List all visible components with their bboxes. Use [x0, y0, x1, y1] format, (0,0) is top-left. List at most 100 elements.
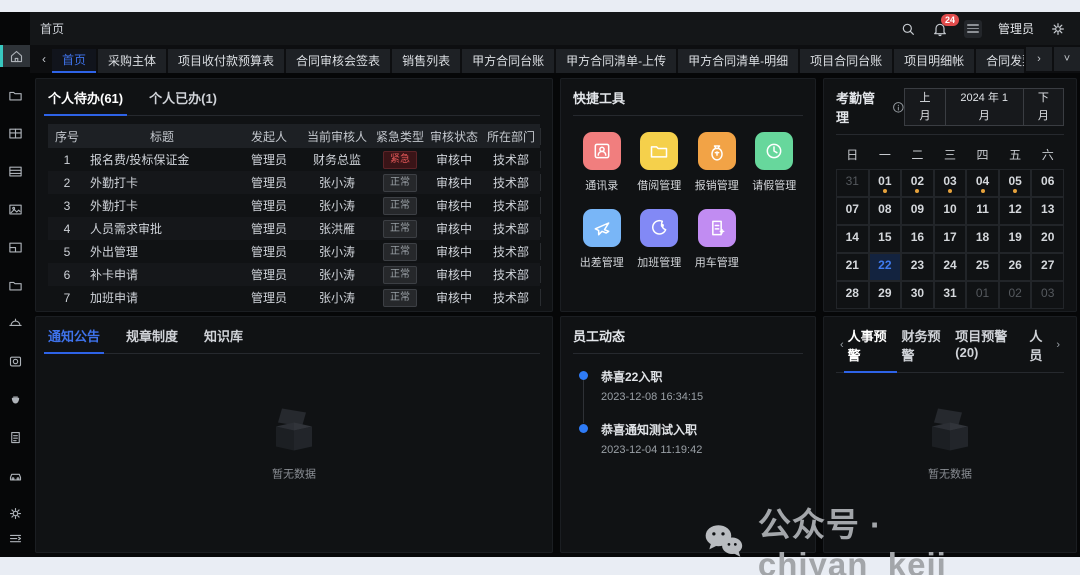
calendar-day[interactable]: 02	[901, 169, 934, 197]
warn-tabs-left-icon[interactable]: ‹	[836, 339, 848, 359]
quick-tool[interactable]: 借阅管理	[631, 132, 689, 193]
sidebar-item-table[interactable]	[0, 119, 30, 147]
nav-tab[interactable]: 项目明细帐	[894, 49, 975, 73]
sidebar-item-list[interactable]	[0, 157, 30, 185]
nav-tab[interactable]: 项目收付款预算表	[168, 49, 285, 73]
calendar-day[interactable]: 16	[901, 225, 934, 253]
next-month-button[interactable]: 下月	[1023, 88, 1064, 126]
panel-tab[interactable]: 人员	[1029, 326, 1052, 372]
panel-tab[interactable]: 项目预警(20)	[955, 326, 1021, 372]
weekday-label: 一	[878, 148, 891, 162]
panel-tab[interactable]: 财务预警	[901, 326, 947, 372]
sidebar-item-helmet[interactable]	[0, 309, 30, 337]
sidebar-item-camera[interactable]	[0, 347, 30, 375]
gear-icon[interactable]	[1050, 21, 1066, 37]
sidebar-item-folder[interactable]	[0, 81, 30, 109]
quick-tool[interactable]: 加班管理	[631, 209, 689, 270]
sidebar-item-car[interactable]	[0, 461, 30, 489]
sidebar-item-document[interactable]	[0, 423, 30, 451]
sidebar-item-gear[interactable]	[0, 499, 30, 527]
action-link[interactable]: 办理	[540, 197, 541, 214]
calendar-day[interactable]: 12	[998, 197, 1032, 225]
calendar-day[interactable]: 25	[966, 253, 999, 281]
calendar-day[interactable]: 08	[868, 197, 902, 225]
nav-tab[interactable]: 首页	[52, 49, 97, 73]
calendar-day[interactable]: 28	[836, 281, 869, 309]
action-link[interactable]: 办理	[540, 151, 541, 168]
calendar-day[interactable]: 19	[998, 225, 1032, 253]
calendar-day[interactable]: 03	[1031, 281, 1064, 309]
search-icon[interactable]	[900, 21, 916, 37]
calendar-day[interactable]: 17	[933, 225, 967, 253]
row-no: 5	[63, 244, 71, 259]
nav-tab[interactable]: 合同审核会签表	[286, 49, 391, 73]
calendar-day[interactable]: 13	[1031, 197, 1064, 225]
calendar-day[interactable]: 03	[933, 169, 967, 197]
quick-tool[interactable]: 用车管理	[688, 209, 746, 270]
panel-tab[interactable]: 个人已办(1)	[149, 88, 217, 115]
sidebar-item-folder[interactable]	[0, 271, 30, 299]
notification-bell-icon[interactable]: 24	[932, 13, 959, 37]
panel-tab[interactable]: 知识库	[204, 326, 243, 353]
quick-tool[interactable]: 出差管理	[573, 209, 631, 270]
sidebar-item-teapot[interactable]	[0, 385, 30, 413]
avatar[interactable]	[963, 19, 982, 38]
action-link[interactable]: 办理	[540, 220, 541, 237]
action-link[interactable]: 办理	[540, 174, 541, 191]
nav-tab[interactable]: 项目合同台账	[800, 49, 893, 73]
tabs-scroll-right-icon[interactable]: ›	[1026, 47, 1052, 71]
calendar-day[interactable]: 24	[933, 253, 967, 281]
nav-tab[interactable]: 甲方合同清单-上传	[556, 49, 677, 73]
calendar-day[interactable]: 02	[998, 281, 1032, 309]
sidebar-collapse-button[interactable]	[0, 527, 30, 549]
action-link[interactable]: 办理	[540, 243, 541, 260]
panel-tab[interactable]: 个人待办(61)	[43, 88, 128, 116]
row-dept: 技术部	[492, 245, 529, 259]
calendar-day[interactable]: 06	[1031, 169, 1064, 197]
warn-tabs-right-icon[interactable]: ›	[1052, 339, 1064, 359]
calendar-day[interactable]: 10	[933, 197, 967, 225]
calendar-day[interactable]: 29	[868, 281, 902, 309]
calendar-day[interactable]: 09	[901, 197, 934, 225]
sidebar-item-image[interactable]	[0, 195, 30, 223]
nav-tab[interactable]: 合同发票	[976, 49, 1024, 73]
calendar-day[interactable]: 31	[933, 281, 967, 309]
nav-tab[interactable]: 采购主体	[98, 49, 167, 73]
weekday-label: 三	[943, 148, 956, 162]
tabs-scroll-left-icon[interactable]: ‹	[36, 52, 52, 66]
sidebar-item-panel[interactable]	[0, 233, 30, 261]
calendar-day[interactable]: 21	[836, 253, 869, 281]
calendar-day[interactable]: 30	[901, 281, 934, 309]
nav-tab[interactable]: 甲方合同清单-明细	[678, 49, 799, 73]
nav-tab[interactable]: 甲方合同台账	[462, 49, 555, 73]
calendar-day[interactable]: 04	[966, 169, 999, 197]
panel-tab[interactable]: 人事预警	[843, 326, 898, 373]
calendar-day[interactable]: 31	[836, 169, 869, 197]
row-initiator: 管理员	[250, 268, 287, 282]
quick-tool[interactable]: 通讯录	[573, 132, 631, 193]
calendar-day[interactable]: 01	[868, 169, 902, 197]
calendar-day[interactable]: 14	[836, 225, 869, 253]
panel-tab[interactable]: 通知公告	[43, 326, 105, 354]
prev-month-button[interactable]: 上月	[904, 88, 946, 126]
calendar-day[interactable]: 18	[966, 225, 999, 253]
calendar-day[interactable]: 11	[966, 197, 999, 225]
calendar-day[interactable]: 07	[836, 197, 869, 225]
nav-tab[interactable]: 销售列表	[392, 49, 461, 73]
calendar-day[interactable]: 01	[966, 281, 999, 309]
calendar-day[interactable]: 15	[868, 225, 902, 253]
tool-label: 报销管理	[694, 180, 739, 192]
calendar-day[interactable]: 20	[1031, 225, 1064, 253]
sidebar-item-home[interactable]	[0, 45, 30, 67]
quick-tool[interactable]: 请假管理	[746, 132, 804, 193]
calendar-day[interactable]: 23	[901, 253, 934, 281]
calendar-day[interactable]: 05	[998, 169, 1032, 197]
calendar-day[interactable]: 27	[1031, 253, 1064, 281]
action-link[interactable]: 办理	[540, 289, 541, 306]
panel-tab[interactable]: 规章制度	[126, 326, 178, 353]
tabs-menu-chevron-icon[interactable]: ˅	[1054, 47, 1080, 71]
quick-tool[interactable]: 报销管理	[688, 132, 746, 193]
action-link[interactable]: 办理	[540, 266, 541, 283]
calendar-day[interactable]: 26	[998, 253, 1032, 281]
calendar-day[interactable]: 22	[868, 253, 902, 281]
